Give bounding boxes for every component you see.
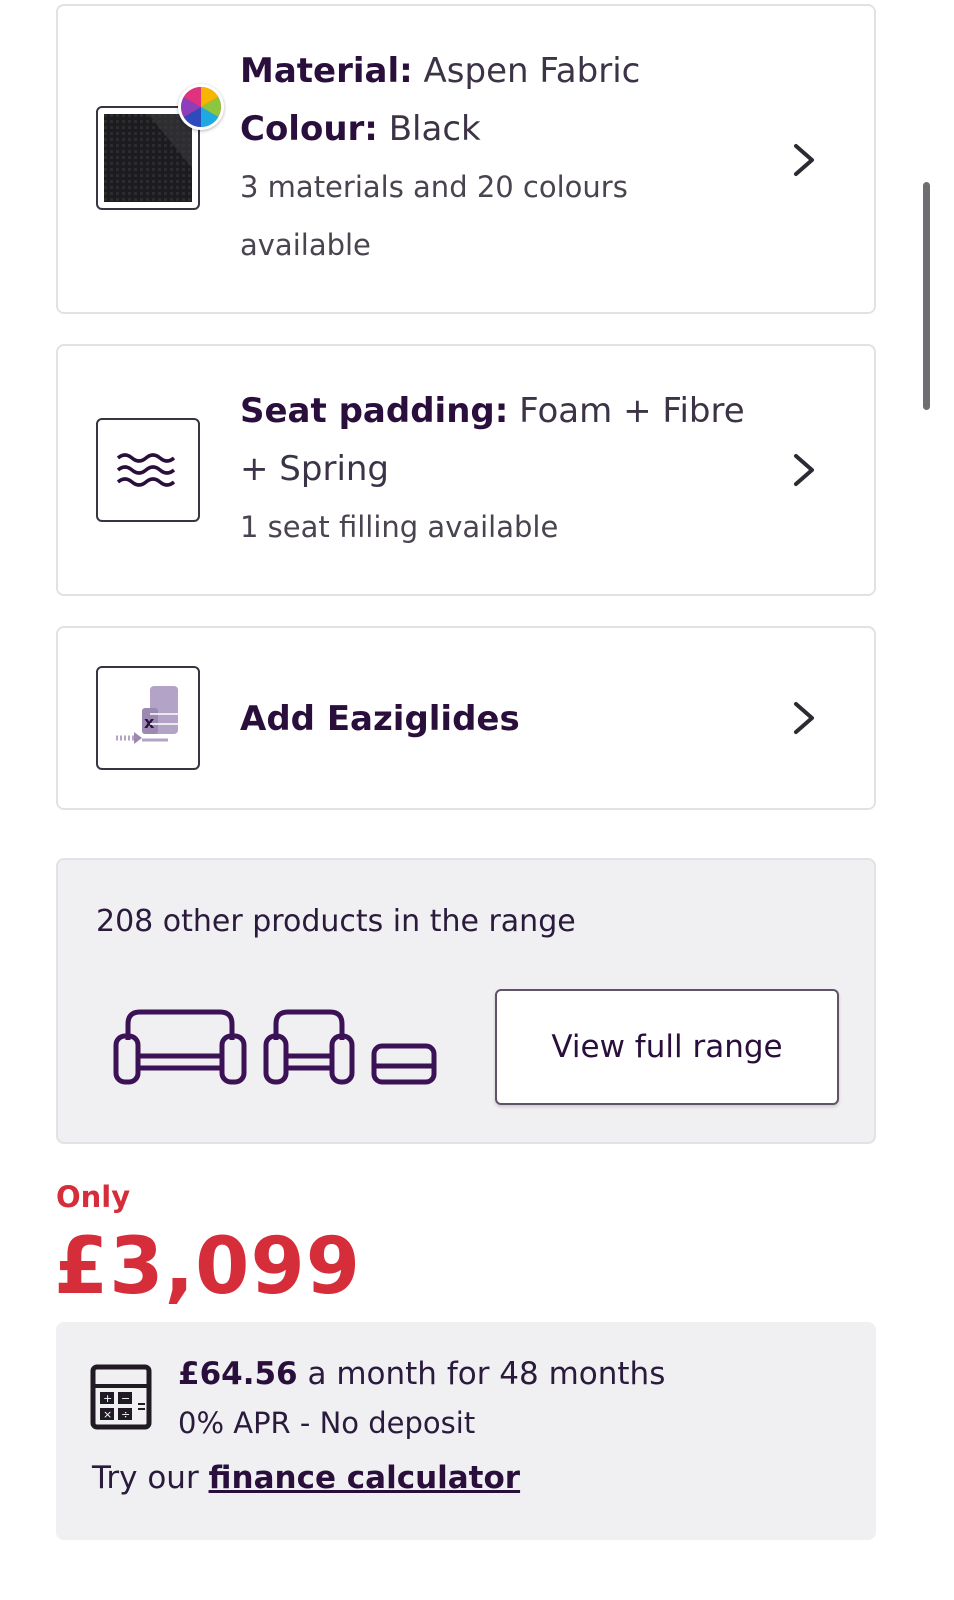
seat-padding-label: Seat padding: [240, 391, 509, 431]
seat-filling-availability: 1 seat filling available [240, 510, 559, 544]
colour-wheel-icon [178, 84, 224, 130]
finance-prompt: Try our [92, 1460, 209, 1496]
chevron-right-icon [794, 454, 814, 486]
eaziglides-icon: x [96, 666, 200, 770]
chevron-right-icon [794, 144, 814, 176]
material-option-card[interactable]: Material: Aspen Fabric Colour: Black 3 m… [56, 4, 876, 314]
scrollbar[interactable] [923, 182, 930, 410]
colour-label: Colour: [240, 109, 378, 149]
material-availability-line2: available [240, 228, 371, 262]
seat-padding-value-cont: + Spring [240, 449, 390, 489]
material-availability-line1: 3 materials and 20 colours [240, 170, 628, 204]
view-full-range-button[interactable]: View full range [495, 989, 839, 1105]
colour-value: Black [388, 109, 481, 149]
svg-text:÷: ÷ [121, 1408, 130, 1421]
seat-padding-option-card[interactable]: Seat padding: Foam + Fibre + Spring 1 se… [56, 344, 876, 596]
price-prefix: Only [56, 1180, 131, 1214]
finance-calculator-link[interactable]: finance calculator [209, 1460, 521, 1496]
waves-icon [96, 418, 200, 522]
material-label: Material: [240, 51, 413, 91]
monthly-amount: £64.56 [178, 1356, 298, 1392]
material-value: Aspen Fabric [423, 51, 641, 91]
eaziglides-option-card[interactable]: x Add Eaziglides [56, 626, 876, 810]
eaziglides-label: Add Eaziglides [240, 699, 520, 739]
footstool-icon [371, 1043, 437, 1085]
apr-text: 0% APR - No deposit [178, 1406, 476, 1440]
calculator-icon: + − × ÷ [90, 1364, 152, 1430]
armchair-icon [263, 1009, 355, 1085]
svg-text:−: − [121, 1392, 130, 1405]
range-count-text: 208 other products in the range [96, 904, 576, 939]
monthly-terms: a month for 48 months [297, 1356, 666, 1392]
chevron-right-icon [794, 702, 814, 734]
product-range-card: 208 other products in the range View ful… [56, 858, 876, 1144]
seat-padding-value: Foam + Fibre [519, 391, 745, 431]
sofa-icon [113, 1009, 247, 1085]
svg-text:x: x [144, 713, 155, 732]
svg-text:+: + [103, 1392, 112, 1405]
svg-text:×: × [103, 1408, 112, 1421]
finance-card: + − × ÷ £64.56 a month for 48 months 0% … [56, 1322, 876, 1540]
product-price: £3,099 [54, 1222, 361, 1312]
